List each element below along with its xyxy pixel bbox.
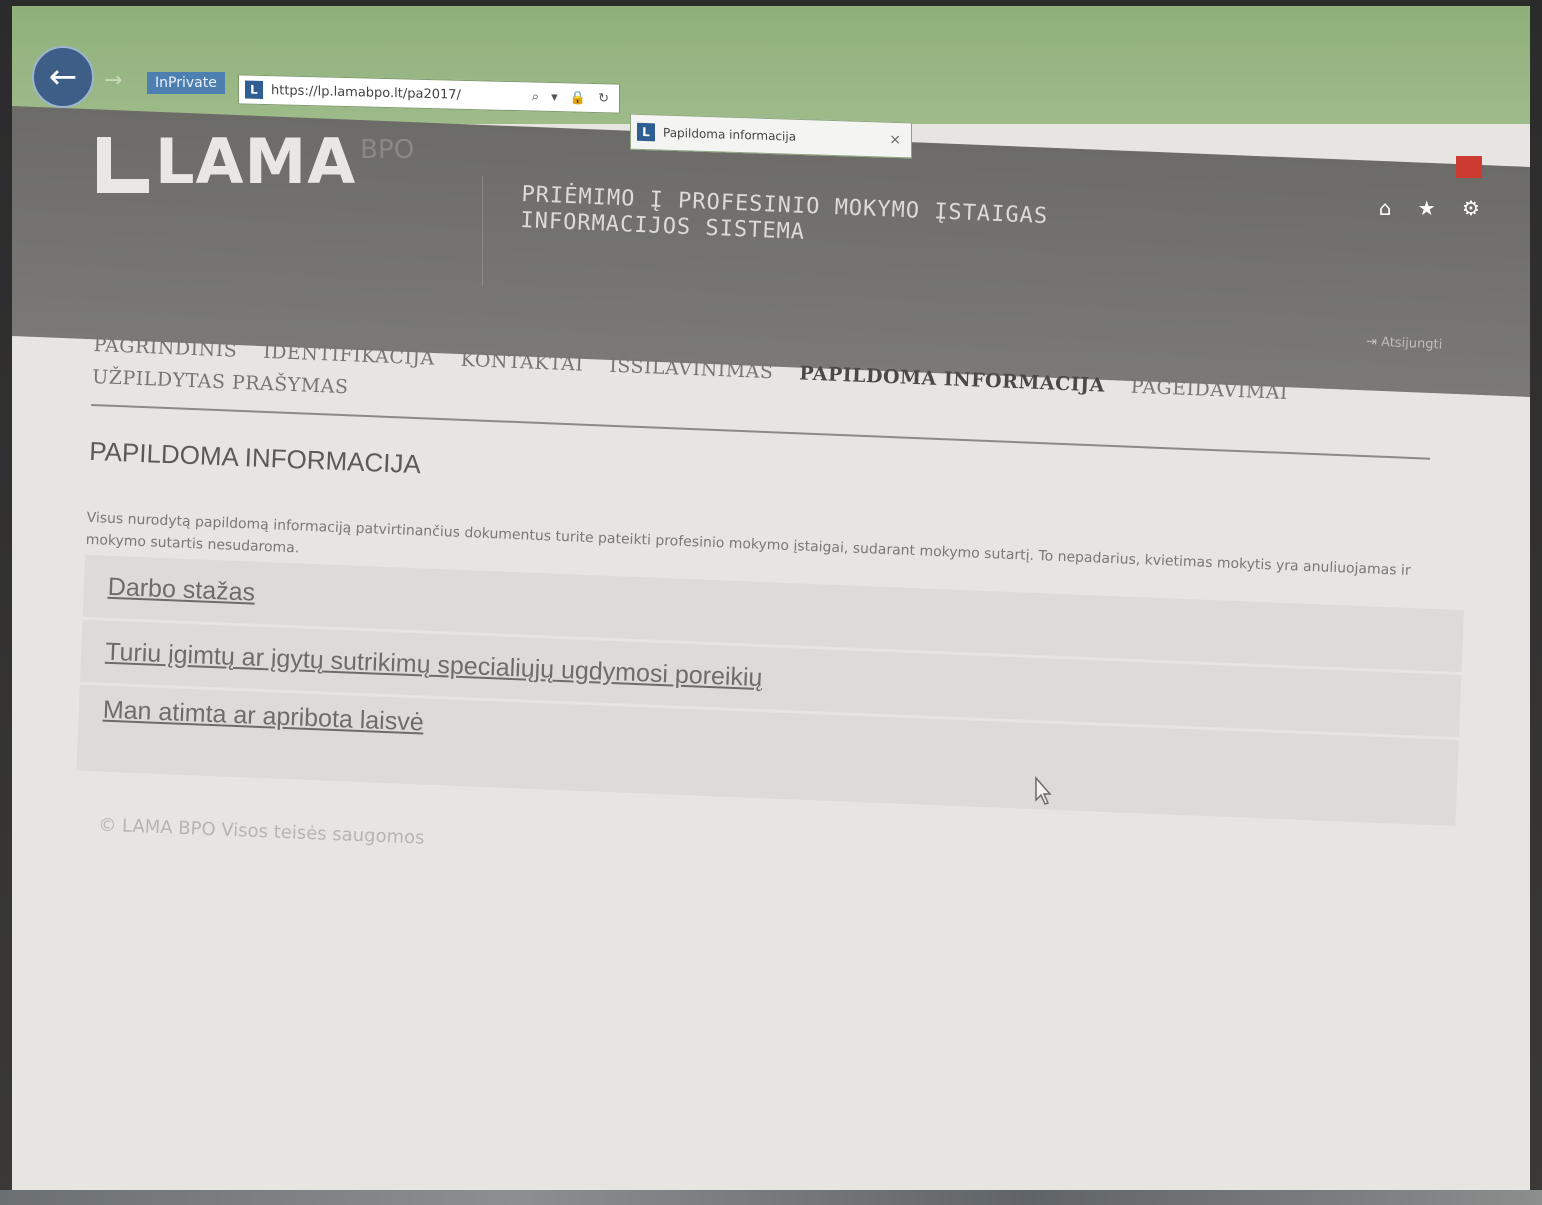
arrow-right-icon: → <box>104 68 123 93</box>
logout-icon: ⇥ <box>1365 334 1377 350</box>
mouse-cursor-icon <box>1035 776 1052 805</box>
tab-close-icon[interactable]: × <box>889 132 911 149</box>
address-bar-icons[interactable]: ⌕ ▾ 🔒 ↻ <box>532 89 619 106</box>
taskbar <box>0 1190 1542 1205</box>
monitor-frame: ← → InPrivate L https://lp.lamabpo.lt/pa… <box>0 0 1542 1205</box>
nav-item-uzpildytas-prasymas[interactable]: UŽPILDYTAS PRAŠYMAS <box>92 366 349 398</box>
tab-favicon-icon: L <box>637 122 655 142</box>
logout-link[interactable]: ⇥ Atsijungti <box>1365 334 1442 352</box>
lama-logo[interactable]: LAMA BPO <box>97 131 414 193</box>
nav-item-pagrindinis[interactable]: PAGRINDINIS <box>93 334 238 362</box>
main-content: PAGRINDINIS IDENTIFIKACIJA KONTAKTAI IŠS… <box>74 334 1493 891</box>
url-text[interactable]: https://lp.lamabpo.lt/pa2017/ <box>271 83 532 104</box>
forward-button[interactable]: → <box>104 68 122 93</box>
logout-label: Atsijungti <box>1380 335 1443 353</box>
browser-window: ← → InPrivate L https://lp.lamabpo.lt/pa… <box>12 6 1530 1192</box>
inprivate-badge: InPrivate <box>147 72 225 94</box>
browser-chrome <box>12 6 1530 124</box>
tab-title: Papildoma informacija <box>663 125 797 144</box>
site-favicon-icon: L <box>245 80 263 99</box>
header-divider <box>482 176 483 286</box>
logo-superscript: BPO <box>360 135 415 165</box>
section-link-laisve[interactable]: Man atimta ar apribota laisvė <box>102 696 424 738</box>
section-link-specialieji-poreikiai[interactable]: Turiu įgimtų ar įgytų sutrikimų speciali… <box>105 637 763 692</box>
footer-copyright: © LAMA BPO Visos teisės saugomos <box>97 814 425 849</box>
page-title: PAPILDOMA INFORMACIJA <box>88 435 422 480</box>
arrow-left-icon: ← <box>48 57 78 97</box>
window-close-button[interactable] <box>1456 156 1482 178</box>
toolbar-icons[interactable]: ⌂ ★ ⚙ <box>1379 196 1490 220</box>
section-link-darbo-stazas[interactable]: Darbo stažas <box>107 572 255 607</box>
nav-item-kontaktai[interactable]: KONTAKTAI <box>460 349 584 376</box>
back-button[interactable]: ← <box>32 46 94 108</box>
logo-text: LAMA <box>155 125 357 198</box>
logo-mark-icon <box>97 137 149 193</box>
